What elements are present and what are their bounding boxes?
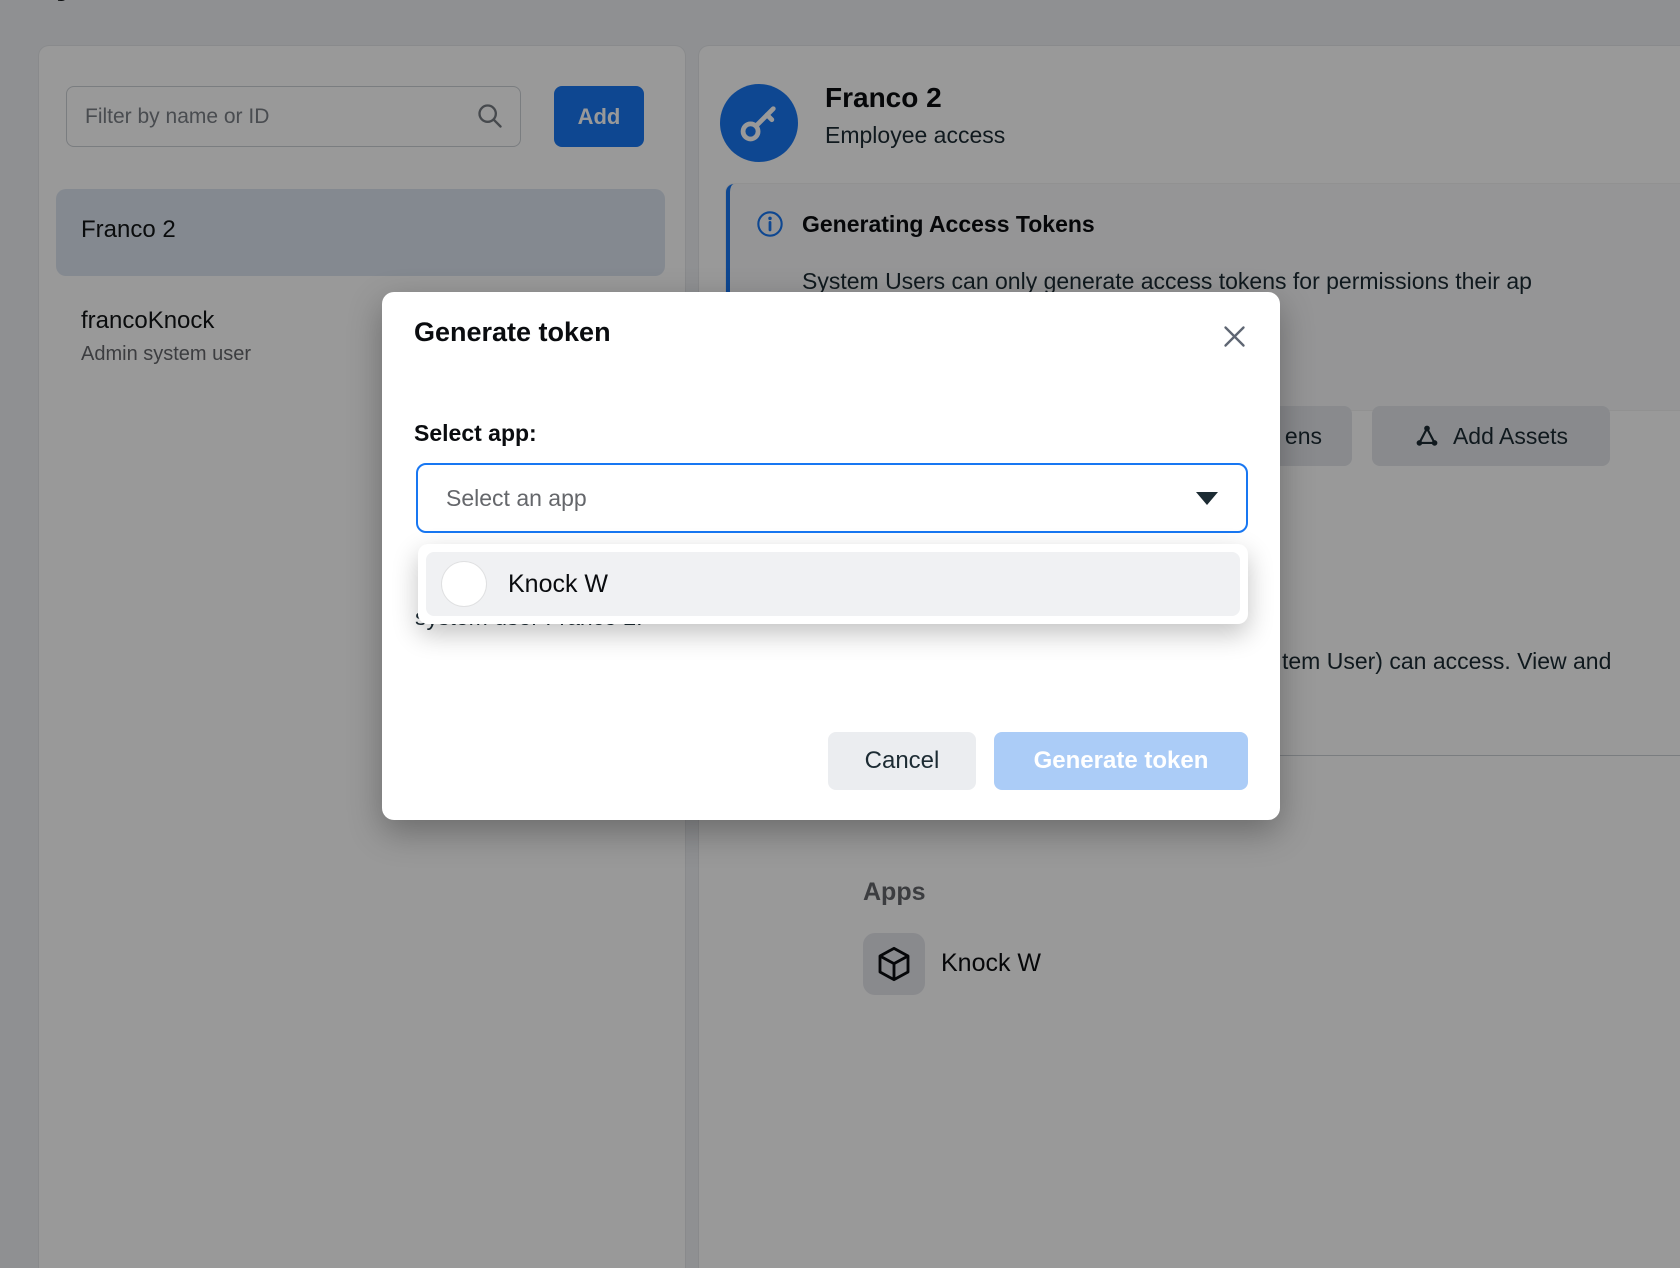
dropdown-placeholder: Select an app: [446, 485, 1196, 512]
radio-unselected-icon: [442, 562, 486, 606]
app-select-dropdown-menu: Knock W: [418, 544, 1248, 624]
cancel-button[interactable]: Cancel: [828, 732, 976, 790]
dropdown-option-knock-w[interactable]: Knock W: [426, 552, 1240, 616]
app-select-dropdown[interactable]: Select an app: [416, 463, 1248, 533]
generate-token-modal: Generate token Select app: Select an app…: [382, 292, 1280, 820]
system-users-page: y Add Franco 2 francoKnock Admin system …: [0, 0, 1680, 1268]
close-icon[interactable]: [1214, 316, 1254, 356]
chevron-down-icon: [1196, 492, 1218, 505]
select-app-label: Select app:: [414, 420, 537, 447]
dropdown-option-label: Knock W: [508, 570, 608, 599]
modal-title: Generate token: [414, 317, 611, 348]
generate-token-button[interactable]: Generate token: [994, 732, 1248, 790]
